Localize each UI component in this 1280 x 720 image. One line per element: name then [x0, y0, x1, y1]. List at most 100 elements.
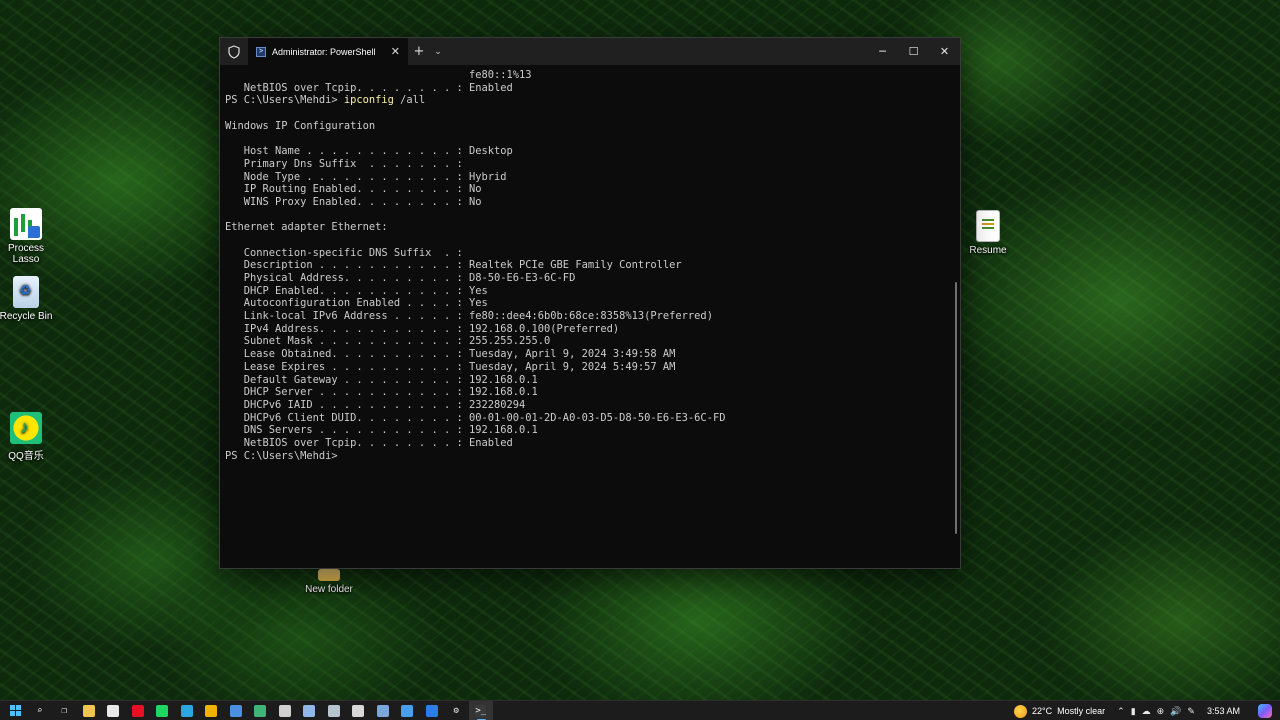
remote-desktop-icon: [401, 704, 414, 717]
weather-moon-icon: [1014, 704, 1028, 718]
recycle-bin-icon: [13, 276, 39, 308]
spotify-icon: [156, 704, 169, 717]
terminal-line: NetBIOS over Tcpip. . . . . . . . : Enab…: [225, 436, 513, 449]
taskbar-game-button[interactable]: [346, 701, 371, 720]
process-lasso-icon: [10, 208, 42, 240]
terminal-line: IPv4 Address. . . . . . . . . . . : 192.…: [225, 322, 620, 335]
photos-icon: [303, 704, 316, 717]
terminal-line: IP Routing Enabled. . . . . . . . : No: [225, 183, 482, 196]
keyboard-icon: [376, 704, 389, 717]
close-button[interactable]: ✕: [929, 38, 960, 65]
terminal-line: DNS Servers . . . . . . . . . . . : 192.…: [225, 424, 538, 437]
recording-icon: [131, 704, 144, 717]
browser-icon: [229, 704, 242, 717]
qq-music-icon: [10, 412, 42, 444]
taskbar-terminal-button[interactable]: >_: [468, 700, 493, 720]
game-icon: [352, 704, 365, 717]
maximize-button[interactable]: ☐: [898, 38, 929, 65]
terminal-window[interactable]: > Administrator: PowerShell ✕ + ⌄ ─ ☐ ✕ …: [219, 37, 961, 569]
terminal-line: Connection-specific DNS Suffix . :: [225, 246, 463, 259]
tab-title: Administrator: PowerShell: [272, 46, 376, 57]
terminal-line: Host Name . . . . . . . . . . . . : Desk…: [225, 145, 513, 158]
windows-icon: [9, 705, 21, 716]
taskbar-browser-button[interactable]: [224, 701, 249, 720]
title-bar[interactable]: > Administrator: PowerShell ✕ + ⌄ ─ ☐ ✕: [220, 38, 960, 65]
taskbar: ⌕ ❐ ⚙ >_ 22°C Mostly clear ⌃ ▮ ☁ ⊕ 🔊 ✎ 3:53 AM: [0, 700, 1280, 720]
taskbar-keyboard-button[interactable]: [371, 701, 396, 720]
network-icon[interactable]: ⊕: [1157, 706, 1165, 717]
minimize-button[interactable]: ─: [867, 38, 898, 65]
close-tab-icon[interactable]: ✕: [391, 45, 400, 58]
search-icon: ⌕: [37, 705, 43, 716]
desktop-icon-label: Resume: [969, 245, 1007, 256]
taskbar-app-store-button[interactable]: [420, 701, 445, 720]
scrollbar[interactable]: [955, 282, 957, 534]
taskbar-calculator-button[interactable]: [322, 701, 347, 720]
weather-widget[interactable]: 22°C Mostly clear: [1014, 704, 1105, 718]
taskbar-media-player-button[interactable]: [101, 701, 126, 720]
desktop-icon-label: New folder: [305, 584, 353, 595]
desktop-icon-recycle-bin[interactable]: Recycle Bin: [0, 276, 58, 322]
taskbar-search-button[interactable]: ⌕: [28, 701, 53, 720]
taskbar-chrome-button[interactable]: [199, 701, 224, 720]
terminal-icon: >_: [475, 704, 487, 717]
terminal-line: Physical Address. . . . . . . . . : D8-5…: [225, 272, 576, 284]
taskbar-recording-button[interactable]: [126, 701, 151, 720]
terminal-line: Description . . . . . . . . . . . : Real…: [225, 259, 682, 272]
file-explorer-icon: [82, 704, 95, 717]
pen-icon[interactable]: ✎: [1187, 706, 1195, 717]
terminal-line: NetBIOS over Tcpip. . . . . . . . : Enab…: [225, 81, 513, 94]
desktop-icon-new-folder[interactable]: New folder: [297, 569, 361, 595]
document-icon: [976, 210, 1000, 242]
powershell-icon: >: [256, 46, 266, 57]
volume-icon[interactable]: 🔊: [1170, 706, 1181, 717]
edge-icon: [180, 704, 193, 717]
clock[interactable]: 3:53 AM: [1207, 706, 1240, 716]
terminal-line: Lease Expires . . . . . . . . . . : Tues…: [225, 360, 676, 373]
desktop-icon-process-lasso[interactable]: Process Lasso: [0, 208, 58, 265]
chrome-icon: [205, 704, 218, 717]
show-hidden-icons-icon[interactable]: ⌃: [1117, 706, 1125, 717]
tab-powershell[interactable]: > Administrator: PowerShell ✕: [248, 38, 408, 65]
media-player-icon: [107, 704, 120, 717]
desktop-icon-label: Recycle Bin: [0, 311, 53, 322]
desktop-icon-label: Process Lasso: [7, 243, 45, 265]
terminal-line: DHCPv6 IAID . . . . . . . . . . . : 2322…: [225, 398, 526, 411]
task-view-icon: ❐: [61, 705, 67, 716]
taskbar-edge-dev-button[interactable]: [248, 701, 273, 720]
taskbar-settings-button[interactable]: ⚙: [444, 701, 469, 720]
taskbar-photos-button[interactable]: [297, 701, 322, 720]
taskbar-notepad-button[interactable]: [273, 701, 298, 720]
settings-icon: ⚙: [453, 705, 459, 716]
onedrive-icon[interactable]: ☁: [1142, 706, 1151, 717]
terminal-line: Node Type . . . . . . . . . . . . : Hybr…: [225, 170, 507, 183]
weather-temp: 22°C: [1032, 706, 1053, 716]
terminal-output[interactable]: fe80::1%13 NetBIOS over Tcpip. . . . . .…: [220, 65, 960, 568]
copilot-icon[interactable]: [1258, 704, 1272, 718]
desktop-icon-label: QQ音乐: [8, 451, 44, 462]
taskbar-edge-button[interactable]: [175, 701, 200, 720]
terminal-line: DHCP Server . . . . . . . . . . . : 192.…: [225, 386, 538, 399]
battery-icon[interactable]: ▮: [1131, 706, 1136, 717]
desktop-icon-qq-music[interactable]: QQ音乐: [0, 412, 58, 462]
new-tab-button[interactable]: +: [408, 44, 430, 59]
chevron-down-icon[interactable]: ⌄: [430, 47, 446, 57]
desktop-icon-resume[interactable]: Resume: [956, 210, 1020, 256]
terminal-line: Windows IP Configuration: [225, 119, 376, 132]
taskbar-spotify-button[interactable]: [150, 701, 175, 720]
terminal-line: Autoconfiguration Enabled . . . . : Yes: [225, 297, 488, 310]
folder-icon: [318, 569, 340, 581]
terminal-line: Link-local IPv6 Address . . . . . : fe80…: [225, 310, 713, 323]
calculator-icon: [327, 704, 340, 717]
terminal-line: Subnet Mask . . . . . . . . . . . : 255.…: [225, 335, 551, 348]
start-button[interactable]: [3, 701, 28, 720]
command-args: /all: [393, 94, 426, 107]
taskbar-task-view-button[interactable]: ❐: [52, 701, 77, 720]
taskbar-file-explorer-button[interactable]: [77, 701, 102, 720]
prompt: PS C:\Users\Mehdi>: [225, 449, 338, 462]
taskbar-remote-desktop-button[interactable]: [395, 701, 420, 720]
app-store-icon: [425, 704, 438, 717]
